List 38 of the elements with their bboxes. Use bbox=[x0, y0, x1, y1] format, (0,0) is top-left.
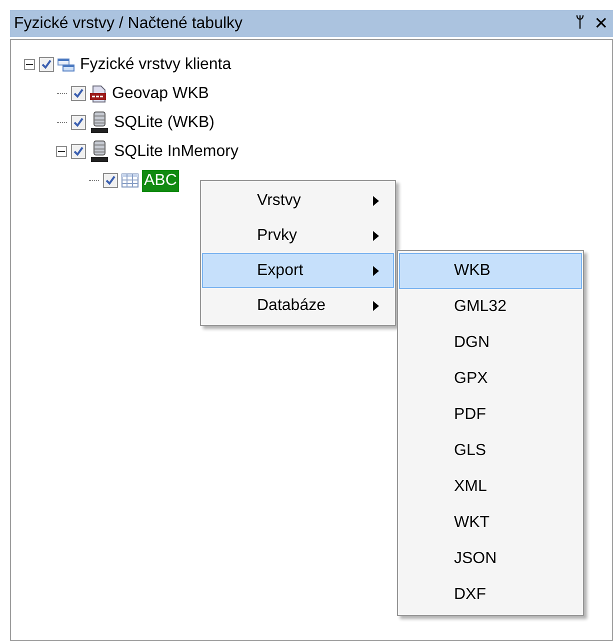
menu-item[interactable]: Export bbox=[202, 253, 394, 288]
database-icon bbox=[89, 110, 109, 134]
submenu-arrow-icon bbox=[373, 196, 379, 206]
collapse-toggle[interactable] bbox=[24, 59, 34, 70]
checkbox[interactable] bbox=[103, 173, 118, 188]
menu-item[interactable]: DXF bbox=[399, 577, 582, 613]
menu-item[interactable]: GPX bbox=[399, 361, 582, 397]
menu-item[interactable]: Vrstvy bbox=[202, 183, 394, 218]
table-icon bbox=[121, 173, 139, 188]
menu-item[interactable]: Databáze bbox=[202, 288, 394, 323]
tree-item[interactable]: ABC bbox=[142, 170, 179, 192]
checkbox[interactable] bbox=[39, 57, 54, 72]
menu-item[interactable]: WKT bbox=[399, 505, 582, 541]
collapse-toggle[interactable] bbox=[56, 146, 66, 157]
pin-button[interactable]: ᛘ bbox=[569, 12, 591, 35]
tree-item[interactable]: Geovap WKB bbox=[110, 82, 211, 104]
submenu-arrow-icon bbox=[373, 266, 379, 276]
menu-item[interactable]: JSON bbox=[399, 541, 582, 577]
panel-title: Fyzické vrstvy / Načtené tabulky bbox=[14, 14, 244, 34]
menu-item[interactable]: DGN bbox=[399, 325, 582, 361]
menu-item[interactable]: PDF bbox=[399, 397, 582, 433]
menu-item[interactable]: GLS bbox=[399, 433, 582, 469]
wkb-file-icon bbox=[89, 84, 107, 102]
submenu-arrow-icon bbox=[373, 230, 379, 240]
menu-item[interactable]: XML bbox=[399, 469, 582, 505]
submenu-arrow-icon bbox=[373, 300, 379, 310]
close-button[interactable]: ✕ bbox=[591, 10, 611, 36]
database-icon bbox=[89, 140, 109, 164]
checkbox[interactable] bbox=[71, 144, 86, 159]
checkbox[interactable] bbox=[71, 86, 86, 101]
menu-item[interactable]: GML32 bbox=[399, 289, 582, 325]
checkbox[interactable] bbox=[71, 115, 86, 130]
layers-icon bbox=[57, 56, 75, 72]
menu-item[interactable]: Prvky bbox=[202, 218, 394, 253]
tree-item[interactable]: SQLite InMemory bbox=[112, 140, 240, 162]
tree-item[interactable]: Fyzické vrstvy klienta bbox=[78, 54, 234, 76]
menu-item[interactable]: WKB bbox=[399, 253, 582, 289]
tree-item[interactable]: SQLite (WKB) bbox=[112, 112, 216, 134]
